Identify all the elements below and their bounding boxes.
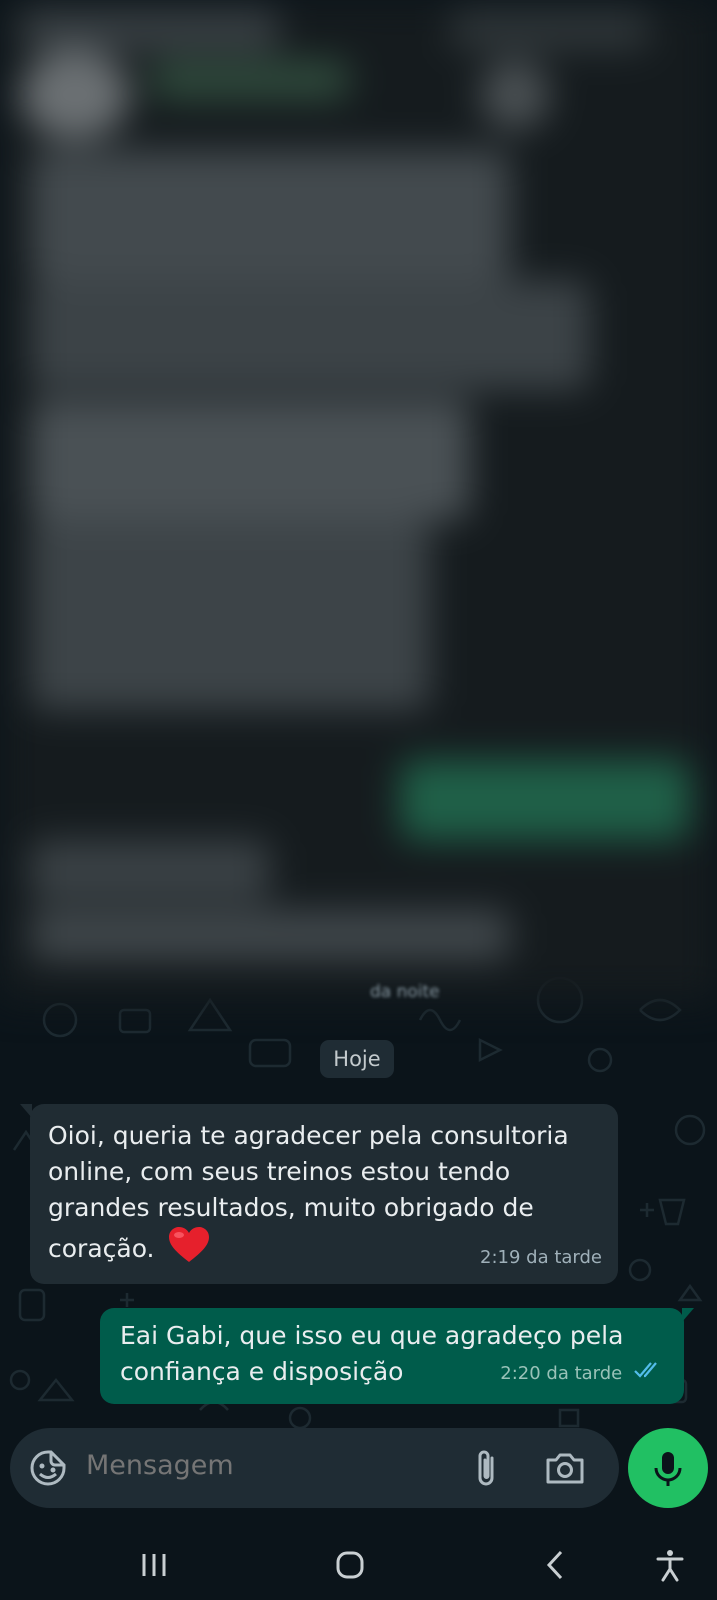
blurred-previous-messages bbox=[0, 0, 717, 1000]
message-line: Eai Gabi, que isso eu que agradeço pela bbox=[120, 1321, 624, 1350]
camera-icon[interactable] bbox=[542, 1446, 586, 1490]
sticker-icon[interactable] bbox=[26, 1446, 70, 1490]
message-timestamp: 2:19 da tarde bbox=[480, 1247, 602, 1268]
message-line-text: coração. bbox=[48, 1234, 155, 1263]
message-line: grandes resultados, muito obrigado de bbox=[48, 1193, 534, 1222]
microphone-icon bbox=[654, 1452, 682, 1486]
red-heart-emoji-icon bbox=[168, 1226, 210, 1274]
message-meta: 2:20 da tarde bbox=[500, 1356, 662, 1392]
date-divider: Hoje bbox=[320, 1040, 394, 1078]
message-composer[interactable] bbox=[10, 1428, 619, 1508]
message-input[interactable] bbox=[86, 1450, 446, 1481]
paperclip-icon[interactable] bbox=[465, 1446, 509, 1490]
accessibility-icon[interactable] bbox=[650, 1548, 690, 1582]
message-line: Oioi, queria te agradecer pela consultor… bbox=[48, 1121, 569, 1150]
back-icon[interactable] bbox=[537, 1548, 577, 1582]
double-check-read-icon bbox=[634, 1356, 662, 1392]
system-navigation-bar bbox=[0, 1530, 717, 1600]
voice-message-button[interactable] bbox=[628, 1428, 708, 1508]
recent-apps-icon[interactable] bbox=[134, 1548, 174, 1582]
message-timestamp: 2:20 da tarde bbox=[500, 1363, 623, 1384]
message-line: online, com seus treinos estou tendo bbox=[48, 1157, 511, 1186]
home-icon[interactable] bbox=[330, 1548, 370, 1582]
outgoing-message-bubble[interactable]: Eai Gabi, que isso eu que agradeço pela … bbox=[100, 1308, 694, 1404]
incoming-message-bubble[interactable]: Oioi, queria te agradecer pela consultor… bbox=[20, 1104, 618, 1284]
partial-timestamp: da noite bbox=[370, 982, 440, 1002]
